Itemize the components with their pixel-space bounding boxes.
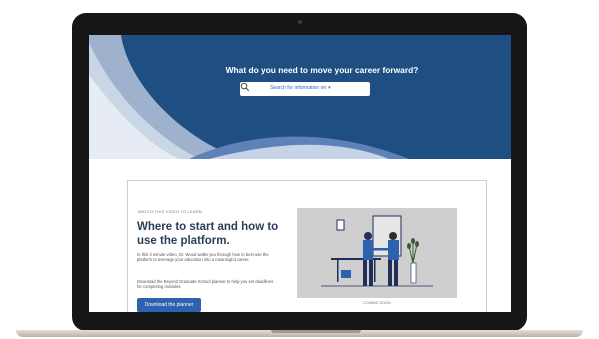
coming-soon-label: COMING SOON <box>363 301 391 305</box>
handshake-illustration-graphic <box>321 215 433 287</box>
card-title: Where to start and how to use the platfo… <box>137 221 279 247</box>
chevron-down-icon[interactable]: ▾ <box>328 85 331 91</box>
card-eyebrow: WATCH THIS VIDEO TO LEARN <box>138 209 202 214</box>
hero-wave-graphic <box>89 35 409 159</box>
search-placeholder: Search for information on ▾ <box>270 85 331 91</box>
laptop-base <box>16 330 583 337</box>
card-description: In this 3 minute video, Dr. Wood walks y… <box>137 252 269 263</box>
camera-dot <box>298 20 302 24</box>
download-planner-button[interactable]: Download the planner <box>137 298 201 312</box>
screen: What do you need to move your career for… <box>89 35 511 312</box>
search-input[interactable]: Search for information on ▾ <box>240 82 370 96</box>
card-description-planner: Download the Beyond Graduate School plan… <box>137 279 274 290</box>
search-placeholder-text: Search for information on <box>270 85 327 91</box>
intro-video-card: WATCH THIS VIDEO TO LEARN Where to start… <box>127 180 487 312</box>
base-notch <box>271 330 361 333</box>
hero-banner: What do you need to move your career for… <box>89 35 511 159</box>
business-handshake-illustration[interactable] <box>297 208 457 298</box>
hero-title: What do you need to move your career for… <box>225 65 419 75</box>
search-icon <box>240 82 250 92</box>
